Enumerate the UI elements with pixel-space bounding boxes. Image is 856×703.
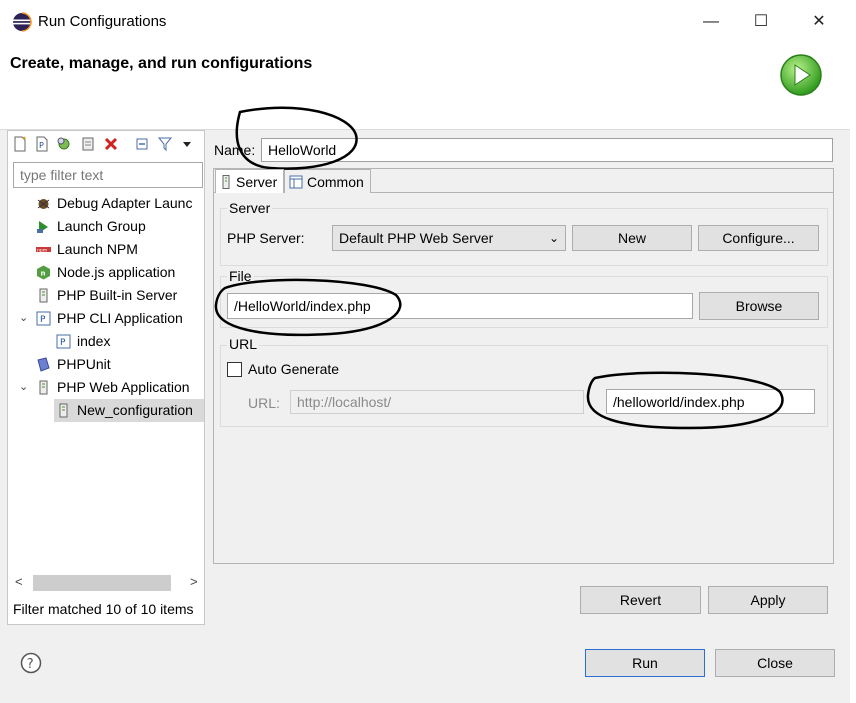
svg-text:?: ?: [27, 657, 34, 672]
phpunit-icon: [37, 357, 50, 372]
url-group-title: URL: [227, 336, 260, 352]
tree-item-launch-group[interactable]: Launch Group: [36, 215, 204, 237]
tree-item-label: index: [77, 333, 111, 349]
configure-server-button[interactable]: Configure...: [698, 225, 819, 251]
tab-common[interactable]: Common: [284, 169, 371, 193]
php-server-selected-value: Default PHP Web Server: [339, 230, 494, 246]
npm-icon: npm: [36, 247, 51, 254]
tree-item-label: PHP Web Application: [57, 379, 190, 395]
run-button[interactable]: Run: [585, 649, 705, 677]
server-group-title: Server: [227, 200, 273, 216]
filter-status-text: Filter matched 10 of 10 items: [13, 601, 194, 617]
name-label: Name:: [214, 142, 256, 158]
close-button[interactable]: Close: [715, 649, 835, 677]
svg-text:npm: npm: [37, 249, 47, 254]
filter-input[interactable]: [13, 162, 203, 188]
launch-group-icon: [37, 221, 48, 233]
file-path-input[interactable]: /HelloWorld/index.php: [227, 293, 693, 319]
svg-text:P: P: [40, 315, 46, 325]
auto-generate-checkbox[interactable]: [227, 362, 242, 377]
export-icon[interactable]: [80, 136, 96, 152]
common-tab-icon: [289, 175, 303, 189]
maximize-button[interactable]: ☐: [744, 8, 778, 36]
scroll-left-arrow-icon[interactable]: <: [15, 574, 23, 589]
php-file-icon: P: [56, 334, 71, 349]
new-server-button[interactable]: New: [572, 225, 692, 251]
chevron-down-icon: ⌄: [548, 231, 559, 245]
delete-icon[interactable]: [103, 136, 119, 152]
tab-label: Common: [307, 174, 364, 190]
url-group: [220, 345, 828, 427]
tree-item-label: Node.js application: [57, 264, 176, 280]
url-label: URL:: [248, 395, 280, 411]
tree-item-label: Debug Adapter Launc: [57, 195, 193, 211]
dialog-heading: Create, manage, and run configurations: [10, 55, 313, 72]
tree-item-label: PHP Built-in Server: [57, 287, 178, 303]
debug-adapter-icon: [37, 199, 50, 209]
tree-item-label: Launch NPM: [57, 241, 138, 257]
new-prototype-icon[interactable]: P: [34, 136, 50, 152]
tree-item-phpunit[interactable]: PHPUnit: [36, 353, 204, 375]
browse-button[interactable]: Browse: [699, 292, 819, 320]
server-tab-icon: [222, 175, 230, 189]
tree-item-label: Launch Group: [57, 218, 146, 234]
tree-expand-chevron[interactable]: ⌄: [19, 380, 28, 393]
apply-button[interactable]: Apply: [708, 586, 828, 614]
php-web-config-icon: [59, 403, 68, 418]
minimize-button[interactable]: —: [694, 8, 728, 36]
filter-icon[interactable]: [157, 136, 173, 152]
tree-item-label: PHP CLI Application: [57, 310, 183, 326]
tree-item-php-web-application[interactable]: PHP Web Application: [36, 376, 204, 398]
tree-item-new-configuration[interactable]: New_configuration: [56, 399, 204, 421]
auto-generate-label: Auto Generate: [248, 361, 340, 377]
svg-text:P: P: [39, 141, 44, 150]
help-icon[interactable]: ?: [20, 652, 42, 674]
php-web-icon: [39, 380, 48, 395]
php-server-label: PHP Server:: [227, 230, 305, 246]
php-server-dropdown[interactable]: Default PHP Web Server ⌄: [332, 225, 566, 251]
eclipse-logo-icon: [13, 12, 32, 32]
nodejs-icon: n: [37, 265, 50, 280]
duplicate-icon[interactable]: [56, 136, 72, 152]
tree-expand-chevron[interactable]: ⌄: [19, 311, 28, 324]
tab-server[interactable]: Server: [215, 169, 284, 193]
url-base-field: http://localhost/: [290, 390, 584, 414]
view-menu-icon[interactable]: [179, 136, 195, 152]
tree-item-nodejs-application[interactable]: n Node.js application: [36, 261, 204, 283]
url-path-input[interactable]: /helloworld/index.php: [606, 389, 815, 414]
tree-item-launch-npm[interactable]: npm Launch NPM: [36, 238, 204, 260]
run-play-icon: [780, 54, 822, 96]
tab-label: Server: [236, 174, 278, 190]
tree-item-label: PHPUnit: [57, 356, 111, 372]
php-cli-icon: P: [36, 311, 51, 326]
tree-item-php-built-in-server[interactable]: PHP Built-in Server: [36, 284, 204, 306]
scrollbar-thumb[interactable]: [33, 575, 171, 591]
close-window-button[interactable]: ✕: [802, 8, 836, 36]
collapse-all-icon[interactable]: [134, 136, 150, 152]
tree-item-php-cli-application[interactable]: P PHP CLI Application: [36, 307, 204, 329]
tree-item-label: New_configuration: [77, 402, 193, 418]
php-server-icon: [39, 288, 48, 303]
configuration-name-input[interactable]: HelloWorld: [261, 138, 833, 162]
tree-item-debug-adapter-launcher[interactable]: Debug Adapter Launc: [36, 192, 204, 214]
new-configuration-icon[interactable]: [12, 136, 28, 152]
svg-text:P: P: [60, 338, 66, 348]
revert-button[interactable]: Revert: [580, 586, 701, 614]
svg-text:n: n: [41, 270, 46, 278]
window-title: Run Configurations: [38, 13, 167, 30]
file-group-title: File: [227, 268, 254, 284]
tree-item-index[interactable]: Pindex: [56, 330, 204, 352]
scroll-right-arrow-icon[interactable]: >: [190, 574, 198, 589]
